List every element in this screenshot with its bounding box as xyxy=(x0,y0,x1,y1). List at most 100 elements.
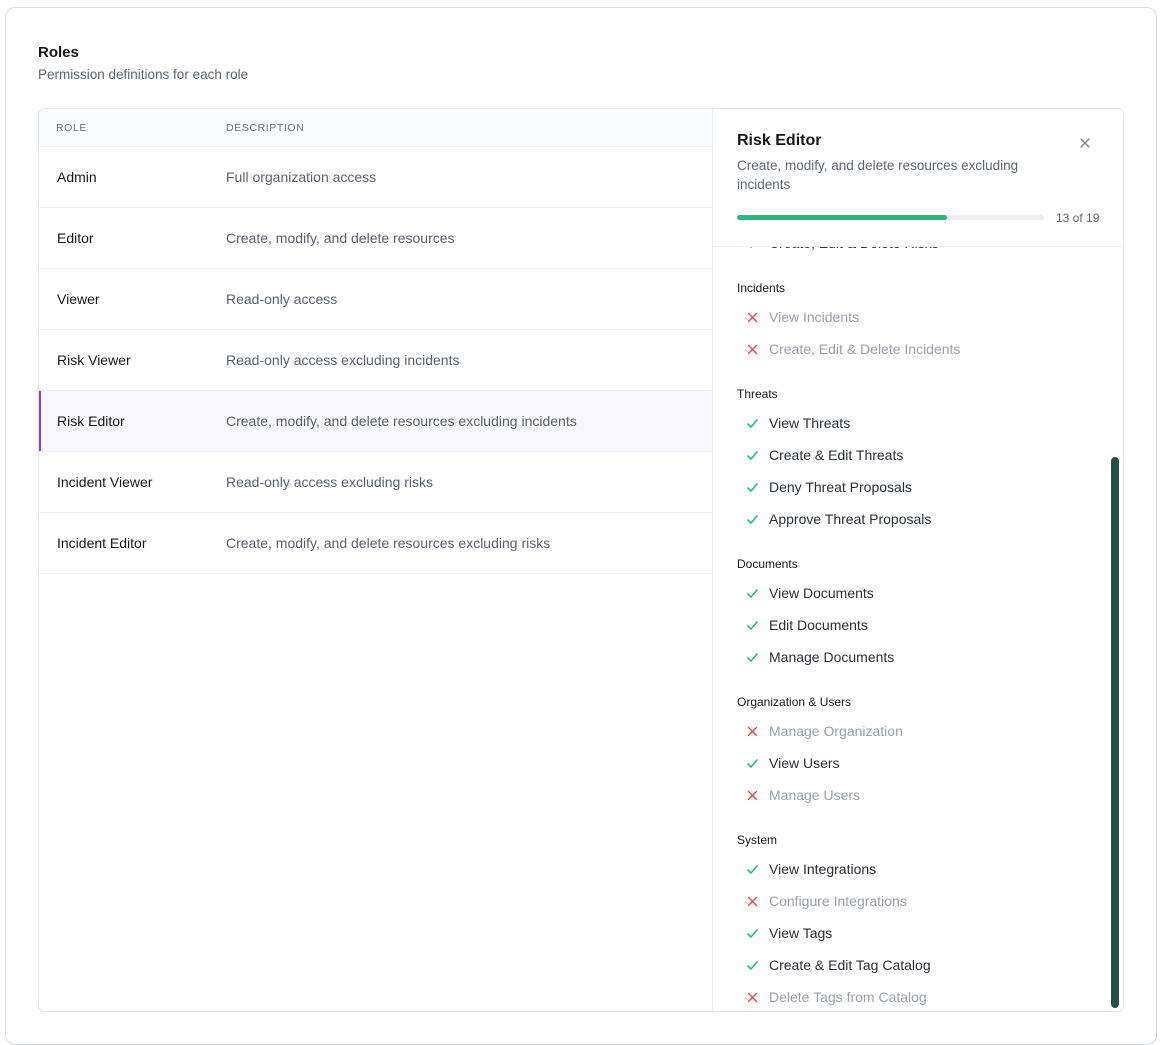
column-header-description: DESCRIPTION xyxy=(226,121,305,134)
permission-item: View Users xyxy=(713,747,1123,779)
check-icon xyxy=(745,756,759,770)
permission-progress-bar xyxy=(737,215,1044,220)
check-icon xyxy=(745,416,759,430)
table-row[interactable]: Risk Viewer Read-only access excluding in… xyxy=(39,330,712,391)
permission-label: Create & Edit Tag Catalog xyxy=(769,957,931,973)
permission-item: Create, Edit & Delete Risks xyxy=(713,247,1123,259)
page-subtitle: Permission definitions for each role xyxy=(38,67,249,82)
permission-label: Configure Integrations xyxy=(769,893,907,909)
check-icon xyxy=(745,618,759,632)
permission-label: Deny Threat Proposals xyxy=(769,479,912,495)
permission-group-title: Incidents xyxy=(737,281,786,295)
roles-table: ROLE DESCRIPTION Admin Full organization … xyxy=(39,109,712,1011)
permission-item: Approve Threat Proposals xyxy=(713,503,1123,535)
permission-label: Approve Threat Proposals xyxy=(769,511,932,527)
scrollbar-thumb[interactable] xyxy=(1111,457,1119,1008)
permission-list-viewport: Create, Edit & Delete Risks Incidents View… xyxy=(713,247,1123,1011)
permission-item: View Tags xyxy=(713,917,1123,949)
role-name: Viewer xyxy=(57,291,100,307)
detail-description: Create, modify, and delete resources exc… xyxy=(737,158,1019,192)
permission-group-title: Threats xyxy=(737,387,778,401)
permission-label: Create, Edit & Delete Incidents xyxy=(769,341,961,357)
permission-item: Manage Documents xyxy=(713,641,1123,673)
permission-item: View Documents xyxy=(713,577,1123,609)
permission-item: Create & Edit Tag Catalog xyxy=(713,949,1123,981)
check-icon xyxy=(745,448,759,462)
table-body: Admin Full organization access Editor Creat… xyxy=(39,147,712,574)
permission-item: Edit Documents xyxy=(713,609,1123,641)
permission-item: Create, Edit & Delete Incidents xyxy=(713,333,1123,365)
column-header-role: ROLE xyxy=(56,121,87,134)
table-row[interactable]: Incident Editor Create, modify, and delet… xyxy=(39,513,712,574)
detail-header: Risk Editor Create, modify, and delete r… xyxy=(713,109,1123,247)
role-name: Editor xyxy=(57,230,94,246)
permission-label: Manage Users xyxy=(769,787,861,803)
check-icon xyxy=(745,958,759,972)
table-row[interactable]: Editor Create, modify, and delete resourc… xyxy=(39,208,712,269)
permission-progress-label: 13 of 19 xyxy=(1056,211,1100,225)
permission-group-title: System xyxy=(737,833,778,847)
permission-label: Delete Tags from Catalog xyxy=(769,989,927,1005)
permission-item: Delete Tags from Catalog xyxy=(713,981,1123,1011)
detail-title: Risk Editor xyxy=(737,132,822,149)
check-icon xyxy=(745,926,759,940)
role-description: Create, modify, and delete resources exc… xyxy=(226,413,577,429)
permission-item: Manage Organization xyxy=(713,715,1123,747)
permission-label: Manage Organization xyxy=(769,723,903,739)
permission-label: View Incidents xyxy=(769,309,860,325)
permission-label: View Tags xyxy=(769,925,833,941)
close-button[interactable] xyxy=(1075,133,1095,153)
check-icon xyxy=(745,862,759,876)
check-icon xyxy=(745,247,759,250)
check-icon xyxy=(745,586,759,600)
check-icon xyxy=(745,480,759,494)
permission-label: View Integrations xyxy=(769,861,877,877)
permission-label: View Documents xyxy=(769,585,874,601)
role-name: Admin xyxy=(57,169,97,185)
role-name: Risk Viewer xyxy=(57,352,131,368)
role-detail-panel: Risk Editor Create, modify, and delete r… xyxy=(712,109,1123,1011)
permission-item: Deny Threat Proposals xyxy=(713,471,1123,503)
role-description: Read-only access excluding risks xyxy=(226,474,433,490)
x-icon xyxy=(745,342,759,356)
permission-label: Create & Edit Threats xyxy=(769,447,904,463)
x-icon xyxy=(745,310,759,324)
permission-group-title: Organization & Users xyxy=(737,695,852,709)
permission-item: View Threats xyxy=(713,407,1123,439)
roles-panel: ROLE DESCRIPTION Admin Full organization … xyxy=(38,108,1124,1012)
x-icon xyxy=(745,724,759,738)
permission-label: View Users xyxy=(769,755,840,771)
table-row[interactable]: Incident Viewer Read-only access excludin… xyxy=(39,452,712,513)
check-icon xyxy=(745,650,759,664)
roles-card: Roles Permission definitions for each ro… xyxy=(5,7,1157,1045)
permission-label: View Threats xyxy=(769,415,851,431)
role-name: Incident Viewer xyxy=(57,474,153,490)
role-description: Create, modify, and delete resources exc… xyxy=(226,535,551,551)
permission-item: Create & Edit Threats xyxy=(713,439,1123,471)
x-icon xyxy=(745,894,759,908)
role-name: Risk Editor xyxy=(57,413,125,429)
permission-item: View Integrations xyxy=(713,853,1123,885)
table-row[interactable]: Admin Full organization access xyxy=(39,147,712,208)
permission-group-title: Documents xyxy=(737,557,798,571)
role-description: Read-only access excluding incidents xyxy=(226,352,460,368)
role-description: Read-only access xyxy=(226,291,338,307)
permission-progress-fill xyxy=(737,215,947,220)
permission-item: Configure Integrations xyxy=(713,885,1123,917)
permission-label: Create, Edit & Delete Risks xyxy=(769,247,939,251)
table-row[interactable]: Viewer Read-only access xyxy=(39,269,712,330)
close-icon xyxy=(1080,138,1090,148)
page-title: Roles xyxy=(38,44,79,61)
permission-item: Manage Users xyxy=(713,779,1123,811)
x-icon xyxy=(745,788,759,802)
check-icon xyxy=(745,512,759,526)
permission-label: Manage Documents xyxy=(769,649,895,665)
role-description: Full organization access xyxy=(226,169,377,185)
x-icon xyxy=(745,990,759,1004)
table-header: ROLE DESCRIPTION xyxy=(39,109,712,147)
table-row[interactable]: Risk Editor Create, modify, and delete re… xyxy=(39,391,712,452)
role-name: Incident Editor xyxy=(57,535,147,551)
permission-item: View Incidents xyxy=(713,301,1123,333)
permission-label: Edit Documents xyxy=(769,617,868,633)
permission-list: Create, Edit & Delete Risks Incidents View… xyxy=(713,247,1123,1011)
